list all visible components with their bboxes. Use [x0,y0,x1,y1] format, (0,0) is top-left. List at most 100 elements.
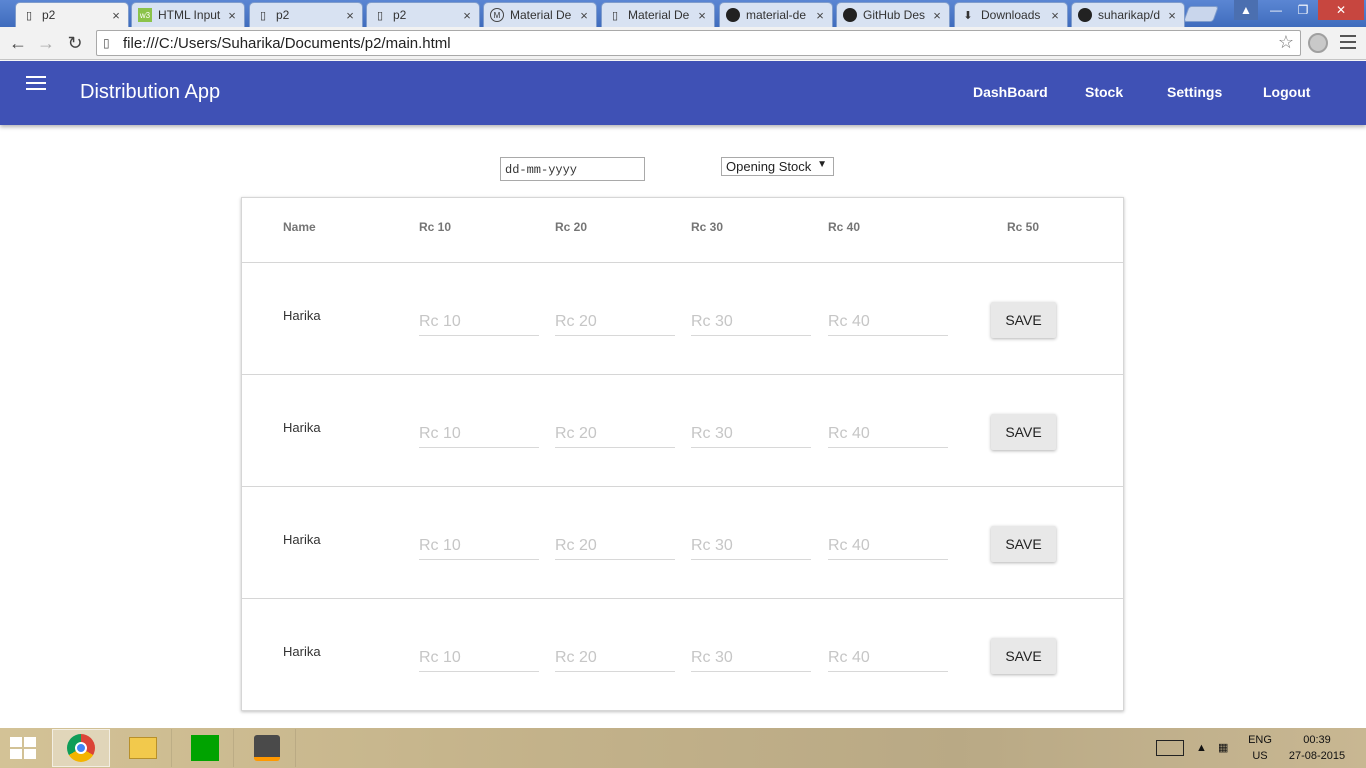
rc10-input[interactable] [419,420,539,448]
nav-dashboard[interactable]: DashBoard [973,84,1048,100]
stock-table: Name Rc 10 Rc 20 Rc 30 Rc 40 Rc 50 Harik… [241,197,1124,711]
address-bar[interactable]: ▯ file:///C:/Users/Suharika/Documents/p2… [96,30,1301,56]
rc30-input[interactable] [691,420,811,448]
rc40-input[interactable] [828,308,948,336]
browser-tab[interactable]: ▯ p2 × [249,2,363,27]
windows-taskbar: ▲ ▦ ENG US 00:39 27-08-2015 [0,728,1366,768]
user-icon[interactable]: ▲ [1234,0,1258,20]
chrome-icon[interactable] [52,729,110,767]
tab-close-icon[interactable]: × [1049,8,1061,23]
column-header: Rc 30 [691,220,724,234]
w3-icon: w3 [138,8,152,22]
time-text: 00:39 [1303,734,1331,746]
extension-icon[interactable] [1308,33,1328,53]
table-row: Harika SAVE [242,487,1123,599]
column-header: Rc 50 [1007,220,1040,234]
nav-logout[interactable]: Logout [1263,84,1310,100]
row-name: Harika [283,308,321,323]
lang-text: ENG [1248,734,1272,746]
tab-close-icon[interactable]: × [1166,8,1178,23]
browser-tab[interactable]: ▯ p2 × [366,2,480,27]
page-icon: ▯ [103,36,110,50]
browser-tab[interactable]: ▯ Material De × [601,2,715,27]
tab-close-icon[interactable]: × [461,8,473,23]
browser-tab[interactable]: ⬇ Downloads × [954,2,1068,27]
tab-close-icon[interactable]: × [578,8,590,23]
file-explorer-icon[interactable] [114,729,172,767]
rc30-input[interactable] [691,308,811,336]
reload-icon[interactable]: ↻ [63,32,87,54]
date-input[interactable]: dd-mm-yyyy [500,157,645,181]
table-row: Harika SAVE [242,375,1123,487]
table-row: Harika SAVE [242,263,1123,375]
windows-start-icon[interactable] [10,737,38,761]
rc40-input[interactable] [828,644,948,672]
tab-close-icon[interactable]: × [226,8,238,23]
tab-title: Material De [628,8,690,22]
page-icon: ▯ [259,9,267,22]
browser-tab[interactable]: ▯ p2 × [15,2,129,27]
rc10-input[interactable] [419,532,539,560]
page-icon: ▯ [376,9,384,22]
browser-menu-icon[interactable] [1340,35,1356,53]
forward-icon[interactable]: → [34,32,58,54]
m-icon: M [490,8,504,22]
store-icon[interactable] [176,729,234,767]
network-icon[interactable]: ▦ [1218,740,1228,756]
rc20-input[interactable] [555,420,675,448]
rc20-input[interactable] [555,308,675,336]
browser-tab[interactable]: M Material De × [483,2,597,27]
browser-tab[interactable]: w3 HTML Input × [131,2,245,27]
clock[interactable]: 00:39 27-08-2015 [1284,732,1350,764]
dropdown-caret-icon: ▼ [817,159,827,170]
tab-close-icon[interactable]: × [814,8,826,23]
tab-close-icon[interactable]: × [931,8,943,23]
keyboard-icon[interactable] [1156,740,1184,756]
save-button[interactable]: SAVE [991,302,1056,338]
browser-toolbar: ← → ↻ ▯ file:///C:/Users/Suharika/Docume… [0,27,1366,60]
new-tab-button[interactable] [1183,6,1219,22]
rc30-input[interactable] [691,644,811,672]
url-text: file:///C:/Users/Suharika/Documents/p2/m… [123,34,451,52]
show-hidden-icons[interactable]: ▲ [1196,740,1207,756]
tab-close-icon[interactable]: × [344,8,356,23]
language-indicator[interactable]: ENG US [1246,732,1274,764]
tab-title: HTML Input [158,8,221,22]
nav-settings[interactable]: Settings [1167,84,1222,100]
rc40-input[interactable] [828,420,948,448]
app-header: Distribution App DashBoard Stock Setting… [0,61,1366,125]
rc40-input[interactable] [828,532,948,560]
row-name: Harika [283,644,321,659]
tab-title: Downloads [981,8,1041,22]
stock-type-select[interactable]: Opening Stock ▼ [721,157,834,176]
tab-close-icon[interactable]: × [696,8,708,23]
table-header: Name Rc 10 Rc 20 Rc 30 Rc 40 Rc 50 [242,198,1123,263]
tab-close-icon[interactable]: × [110,8,122,23]
column-header: Name [283,220,316,234]
save-button[interactable]: SAVE [991,638,1056,674]
save-button[interactable]: SAVE [991,414,1056,450]
rc30-input[interactable] [691,532,811,560]
browser-tab[interactable]: material-de × [719,2,833,27]
nav-stock[interactable]: Stock [1085,84,1123,100]
back-icon[interactable]: ← [6,32,30,54]
browser-tab[interactable]: suharikap/d × [1071,2,1185,27]
rc20-input[interactable] [555,644,675,672]
rc20-input[interactable] [555,532,675,560]
minimize-icon[interactable]: — [1263,0,1289,20]
save-button[interactable]: SAVE [991,526,1056,562]
download-icon: ⬇ [963,9,973,22]
app-title: Distribution App [80,81,221,103]
row-name: Harika [283,420,321,435]
column-header: Rc 20 [555,220,588,234]
menu-icon[interactable] [26,76,46,94]
sublime-text-icon[interactable] [238,729,296,767]
close-window-icon[interactable]: ✕ [1318,0,1364,20]
restore-icon[interactable]: ❐ [1290,0,1316,20]
tab-title: suharikap/d [1098,8,1161,22]
rc10-input[interactable] [419,308,539,336]
browser-tab[interactable]: GitHub Des × [836,2,950,27]
bookmark-star-icon[interactable]: ☆ [1278,32,1294,53]
rc10-input[interactable] [419,644,539,672]
tab-title: Material De [510,8,572,22]
